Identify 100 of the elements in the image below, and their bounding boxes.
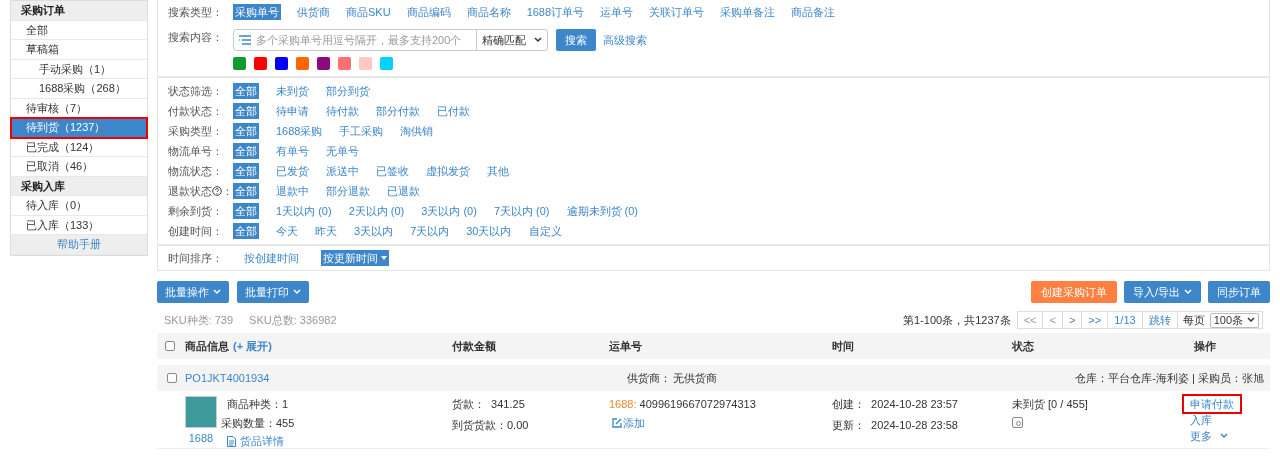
filter-option[interactable]: 1688采购 bbox=[276, 122, 323, 140]
color-tag[interactable] bbox=[233, 57, 246, 70]
filter-option[interactable]: 退款中 bbox=[276, 182, 309, 200]
filter-option[interactable]: 全部 bbox=[233, 142, 259, 160]
color-tag[interactable] bbox=[254, 57, 267, 70]
search-type-option[interactable]: 商品SKU bbox=[346, 3, 391, 21]
filter-option[interactable]: 未到货 bbox=[276, 82, 309, 100]
batch-menu-button[interactable]: 批量打印 bbox=[237, 281, 309, 303]
filter-option[interactable]: 待申请 bbox=[276, 102, 309, 120]
filter-option[interactable]: 全部 bbox=[233, 122, 259, 140]
sidebar-item[interactable]: 待到货（1237） bbox=[11, 118, 147, 138]
search-button[interactable]: 搜索 bbox=[556, 29, 596, 51]
filter-option[interactable]: 3天以内 (0) bbox=[421, 202, 477, 220]
filter-option[interactable]: 派送中 bbox=[326, 162, 359, 180]
search-type-option[interactable]: 采购单备注 bbox=[720, 3, 776, 21]
sidebar-item[interactable]: 已完成（124） bbox=[11, 137, 147, 157]
filter-option[interactable]: 7天以内 (0) bbox=[493, 202, 550, 220]
search-type-option[interactable]: 商品名称 bbox=[466, 3, 511, 21]
checkbox[interactable] bbox=[165, 341, 175, 351]
expand-link[interactable]: (+ 展开) bbox=[233, 337, 272, 355]
search-type-option[interactable]: 供货商 bbox=[297, 3, 330, 21]
color-tag[interactable] bbox=[380, 57, 393, 70]
filter-option[interactable]: 全部 bbox=[233, 82, 259, 100]
search-type-option[interactable]: 运单号 bbox=[600, 3, 634, 21]
filter-label: 物流单号： bbox=[168, 143, 223, 159]
match-mode-select[interactable]: 精确匹配 bbox=[476, 30, 547, 50]
sort-option[interactable]: 按创建时间 bbox=[244, 249, 299, 267]
filter-label: 创建时间： bbox=[168, 223, 223, 239]
advanced-search-link[interactable]: 高级搜索 bbox=[603, 31, 647, 49]
sync-orders-button[interactable]: 同步订单 bbox=[1208, 281, 1270, 303]
prev-page-button[interactable]: < bbox=[1043, 312, 1063, 328]
create-order-button[interactable]: 创建采购订单 bbox=[1030, 281, 1117, 303]
sidebar-item[interactable]: 1688采购（268） bbox=[11, 79, 147, 99]
arrival-payment: 到货货款：0.00 bbox=[452, 417, 530, 433]
filter-option[interactable]: 已退款 bbox=[387, 182, 420, 200]
filter-option[interactable]: 部分到货 bbox=[326, 82, 370, 100]
filter-option[interactable]: 2天以内 (0) bbox=[348, 202, 405, 220]
filter-option[interactable]: 无单号 bbox=[326, 142, 359, 160]
action-link[interactable]: 申请付款 bbox=[1184, 396, 1240, 412]
filter-option[interactable]: 部分付款 bbox=[376, 102, 420, 120]
sidebar-item[interactable]: 待入库（0） bbox=[11, 196, 147, 216]
color-tag[interactable] bbox=[317, 57, 330, 70]
filter-option[interactable]: 已付款 bbox=[437, 102, 470, 120]
filter-option[interactable]: 全部 bbox=[233, 162, 259, 180]
filter-option[interactable]: 部分退款 bbox=[326, 182, 370, 200]
filter-option[interactable]: 虚拟发货 bbox=[426, 162, 470, 180]
search-type-option[interactable]: 采购单号 bbox=[233, 3, 281, 21]
add-tracking-link[interactable]: 添加 bbox=[612, 414, 645, 431]
help-manual-link[interactable]: 帮助手册 bbox=[11, 235, 147, 255]
filter-option[interactable]: 昨天 bbox=[315, 222, 337, 240]
search-type-option[interactable]: 关联订单号 bbox=[649, 3, 705, 21]
sidebar-item[interactable]: 已取消（46） bbox=[11, 157, 147, 177]
search-type-option[interactable]: 1688订单号 bbox=[526, 3, 585, 21]
last-page-button[interactable]: >> bbox=[1082, 312, 1109, 328]
filter-option[interactable]: 3天以内 bbox=[354, 222, 394, 240]
filter-option[interactable]: 今天 bbox=[276, 222, 298, 240]
per-page-select[interactable]: 100条 bbox=[1209, 312, 1259, 328]
batch-menu-button[interactable]: 批量操作 bbox=[157, 281, 229, 303]
search-type-option[interactable]: 商品备注 bbox=[791, 3, 836, 21]
sort-option[interactable]: 按更新时间 bbox=[321, 249, 389, 267]
sidebar-item[interactable]: 草稿箱 bbox=[11, 40, 147, 60]
filter-option[interactable]: 已签收 bbox=[376, 162, 409, 180]
filter-option[interactable]: 全部 bbox=[233, 182, 259, 200]
filter-option[interactable]: 逾期未到货 (0) bbox=[566, 202, 638, 220]
filter-option[interactable]: 其他 bbox=[487, 162, 509, 180]
filter-option[interactable]: 全部 bbox=[233, 222, 259, 240]
filter-option[interactable]: 全部 bbox=[233, 102, 259, 120]
color-tag[interactable] bbox=[275, 57, 288, 70]
color-tag[interactable] bbox=[338, 57, 351, 70]
import-export-button[interactable]: 导入/导出 bbox=[1123, 281, 1201, 303]
filter-option[interactable]: 待付款 bbox=[326, 102, 359, 120]
color-tag[interactable] bbox=[359, 57, 372, 70]
color-tag[interactable] bbox=[296, 57, 309, 70]
filter-option[interactable]: 30天以内 bbox=[466, 222, 512, 240]
filter-option[interactable]: 自定义 bbox=[528, 222, 562, 240]
document-icon bbox=[227, 435, 236, 447]
order-number-link[interactable]: PO1JKT4001934 bbox=[185, 369, 270, 387]
filter-option[interactable]: 手工采购 bbox=[339, 122, 384, 140]
caret-icon bbox=[534, 37, 542, 43]
filter-option[interactable]: 有单号 bbox=[276, 142, 309, 160]
jump-button[interactable]: 跳转 bbox=[1142, 312, 1178, 328]
action-link[interactable]: 入库 bbox=[1184, 412, 1218, 428]
search-type-option[interactable]: 商品编码 bbox=[406, 3, 451, 21]
filter-option[interactable]: 已发货 bbox=[276, 162, 309, 180]
next-page-button[interactable]: > bbox=[1062, 312, 1083, 328]
filter-option[interactable]: 淘供销 bbox=[400, 122, 434, 140]
search-field[interactable]: 多个采购单号用逗号隔开，最多支持200个 精确匹配 bbox=[233, 29, 548, 51]
filter-option[interactable]: 1天以内 (0) bbox=[276, 202, 332, 220]
sidebar-item[interactable]: 全部 bbox=[11, 20, 147, 40]
filter-option[interactable]: 全部 bbox=[233, 202, 259, 220]
first-page-button[interactable]: << bbox=[1017, 312, 1044, 328]
source-label: 1688 bbox=[188, 431, 214, 446]
checkbox[interactable] bbox=[167, 373, 177, 383]
sidebar-item[interactable]: 手动采购（1） bbox=[11, 59, 147, 79]
per-page-label: 每页 bbox=[1181, 312, 1206, 328]
filter-option[interactable]: 7天以内 bbox=[410, 222, 450, 240]
more-menu-link[interactable]: 更多 bbox=[1184, 428, 1234, 444]
product-details-link[interactable]: 货品详情 bbox=[227, 433, 295, 450]
note-icon[interactable] bbox=[1012, 416, 1023, 428]
help-icon[interactable] bbox=[212, 186, 222, 196]
